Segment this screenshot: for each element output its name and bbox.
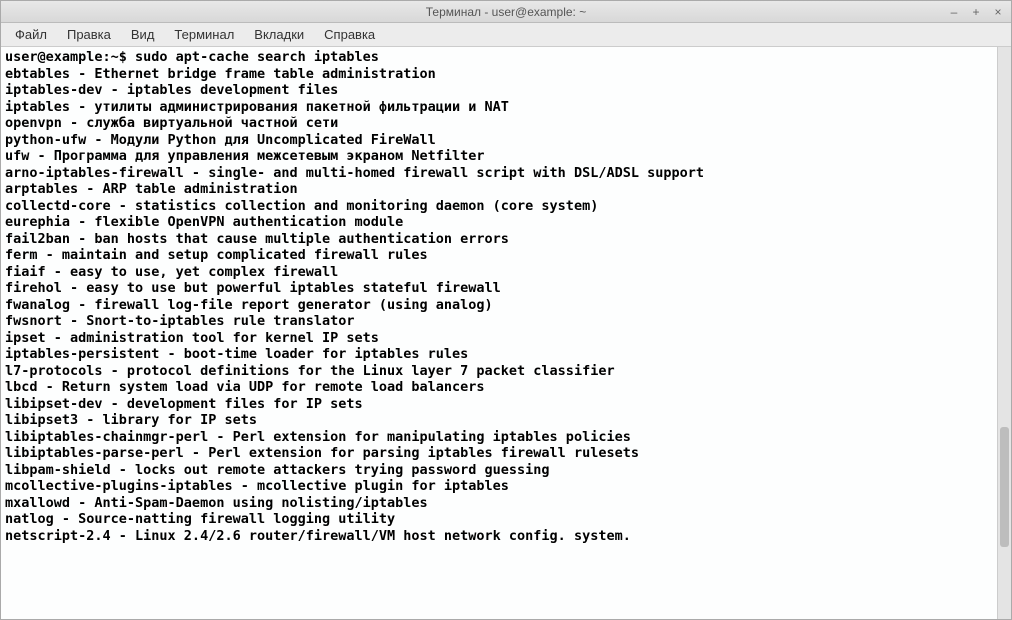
menu-file[interactable]: Файл [5,25,57,44]
terminal-window: Терминал - user@example: ~ – + × Файл Пр… [0,0,1012,620]
menu-view[interactable]: Вид [121,25,165,44]
window-title: Терминал - user@example: ~ [426,5,586,19]
window-controls: – + × [947,5,1005,19]
menubar: Файл Правка Вид Терминал Вкладки Справка [1,23,1011,47]
terminal-output[interactable]: user@example:~$ sudo apt-cache search ip… [1,47,997,619]
minimize-button[interactable]: – [947,5,961,19]
maximize-button[interactable]: + [969,5,983,19]
menu-terminal[interactable]: Терминал [164,25,244,44]
menu-edit[interactable]: Правка [57,25,121,44]
scrollbar[interactable] [997,47,1011,619]
menu-help[interactable]: Справка [314,25,385,44]
scrollbar-thumb[interactable] [1000,427,1009,547]
close-button[interactable]: × [991,5,1005,19]
terminal-area: user@example:~$ sudo apt-cache search ip… [1,47,1011,619]
titlebar: Терминал - user@example: ~ – + × [1,1,1011,23]
menu-tabs[interactable]: Вкладки [244,25,314,44]
